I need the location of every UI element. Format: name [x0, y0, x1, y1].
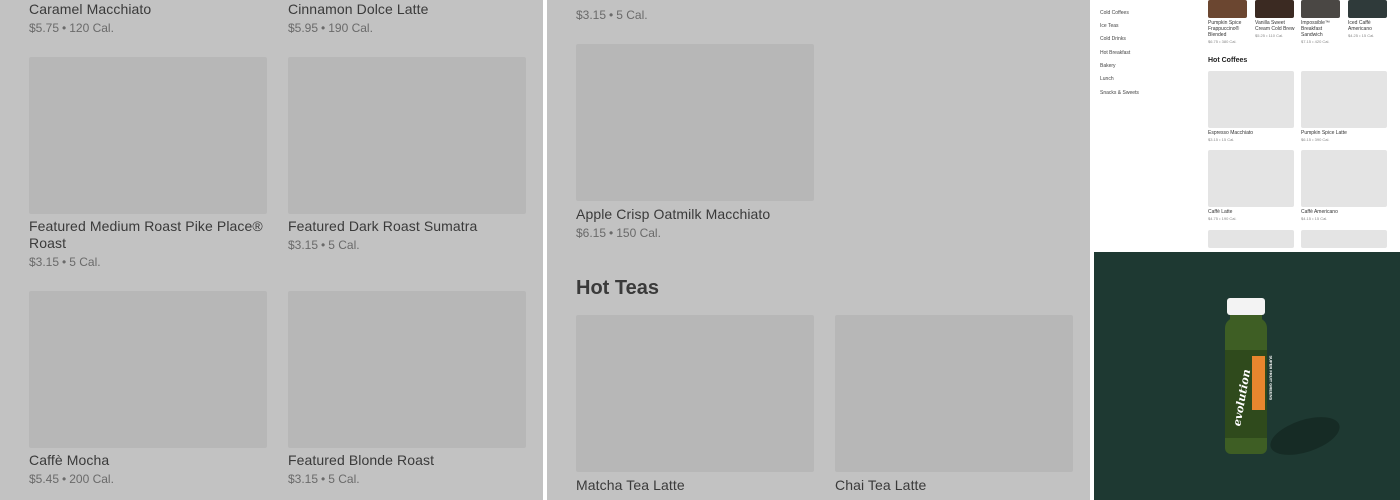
product-photo[interactable] [1255, 0, 1294, 18]
product-image[interactable] [288, 57, 526, 214]
product-image[interactable] [1208, 150, 1294, 207]
bottle-band-text: SUPER FRUIT GREENS [1268, 355, 1274, 401]
item-name[interactable]: Cinnamon Dolce Latte [288, 1, 429, 18]
mini-nav-item[interactable]: Cold Drinks [1100, 36, 1126, 42]
mini-section-title: Hot Coffees [1208, 57, 1248, 64]
product-image[interactable] [835, 315, 1073, 472]
item-meta: $3.15 • 5 Cal. [288, 238, 360, 252]
item-name[interactable]: Featured Medium Roast Pike Place® Roast [29, 218, 267, 252]
mini-nav-item[interactable]: Hot Breakfast [1100, 50, 1130, 56]
mini-item-meta: $6.15 • 390 Cal. [1301, 137, 1330, 142]
mini-nav-item[interactable]: Bakery [1100, 63, 1116, 69]
item-meta: $5.75 • 120 Cal. [29, 21, 114, 35]
product-photo[interactable] [1208, 0, 1247, 18]
product-photo-panel: evolution SUPER FRUIT GREENS [1094, 252, 1400, 500]
mini-nav-item[interactable]: Snacks & Sweets [1100, 90, 1139, 96]
left-menu-panel: Caramel Macchiato $5.75 • 120 Cal. Cinnamo… [0, 0, 543, 500]
item-name[interactable]: Chai Tea Latte [835, 477, 926, 494]
item-meta: $3.15 • 5 Cal. [576, 8, 648, 22]
product-image[interactable] [576, 315, 814, 472]
mini-item-name[interactable]: Caffè Latte [1208, 209, 1232, 215]
bottle-cap [1227, 298, 1265, 315]
item-name[interactable]: Featured Blonde Roast [288, 452, 434, 469]
product-image[interactable] [1301, 230, 1387, 248]
mini-item-meta: $3.15 • 15 Cal. [1208, 137, 1235, 142]
mini-item-meta: $4.15 • 15 Cal. [1301, 216, 1328, 221]
item-meta: $3.15 • 5 Cal. [288, 472, 360, 486]
product-image[interactable] [1208, 230, 1294, 248]
item-name[interactable]: Caramel Macchiato [29, 1, 151, 18]
mini-item-name[interactable]: Pumpkin Spice Frappuccino® Blended [1208, 20, 1248, 38]
product-image[interactable] [29, 57, 267, 214]
mini-item-name[interactable]: Espresso Macchiato [1208, 130, 1253, 136]
mini-item-name[interactable]: Pumpkin Spice Latte [1301, 130, 1347, 136]
item-name[interactable]: Caffè Mocha [29, 452, 109, 469]
bottle-label-band [1252, 356, 1265, 410]
mini-nav-item[interactable]: Cold Coffees [1100, 10, 1129, 16]
mini-menu-panel: Cold Coffees Ice Teas Cold Drinks Hot Br… [1094, 0, 1400, 248]
mini-item-meta: $4.75 • 190 Cal. [1208, 216, 1237, 221]
item-meta: $6.15 • 150 Cal. [576, 226, 661, 240]
item-meta: $5.95 • 190 Cal. [288, 21, 373, 35]
mini-item-meta: $7.15 • 420 Cal. [1301, 39, 1330, 44]
product-image[interactable] [288, 291, 526, 448]
product-image[interactable] [576, 44, 814, 201]
product-image[interactable] [1208, 71, 1294, 128]
item-name[interactable]: Apple Crisp Oatmilk Macchiato [576, 206, 770, 223]
product-image[interactable] [1301, 150, 1387, 207]
item-name[interactable]: Featured Dark Roast Sumatra [288, 218, 477, 235]
item-meta: $5.45 • 200 Cal. [29, 472, 114, 486]
product-photo[interactable] [1348, 0, 1387, 18]
section-title: Hot Teas [576, 277, 659, 299]
product-image[interactable] [29, 291, 267, 448]
mini-item-name[interactable]: Iced Caffè Americano [1348, 20, 1388, 32]
bottle-shadow [1265, 409, 1345, 463]
mini-nav-item[interactable]: Lunch [1100, 76, 1114, 82]
mini-item-meta: $5.25 • 110 Cal. [1255, 33, 1284, 38]
middle-menu-panel: $3.15 • 5 Cal. Apple Crisp Oatmilk Macchia… [547, 0, 1090, 500]
mini-item-name[interactable]: Vanilla Sweet Cream Cold Brew [1255, 20, 1297, 32]
item-meta: $3.15 • 5 Cal. [29, 255, 101, 269]
product-photo[interactable] [1301, 0, 1340, 18]
mini-item-name[interactable]: Impossible™ Breakfast Sandwich [1301, 20, 1341, 38]
mini-item-meta: $6.75 • 380 Cal. [1208, 39, 1237, 44]
product-image[interactable] [1301, 71, 1387, 128]
item-name[interactable]: Matcha Tea Latte [576, 477, 685, 494]
mini-nav-item[interactable]: Ice Teas [1100, 23, 1119, 29]
mini-item-name[interactable]: Caffè Americano [1301, 209, 1338, 215]
mini-item-meta: $4.25 • 15 Cal. [1348, 33, 1375, 38]
